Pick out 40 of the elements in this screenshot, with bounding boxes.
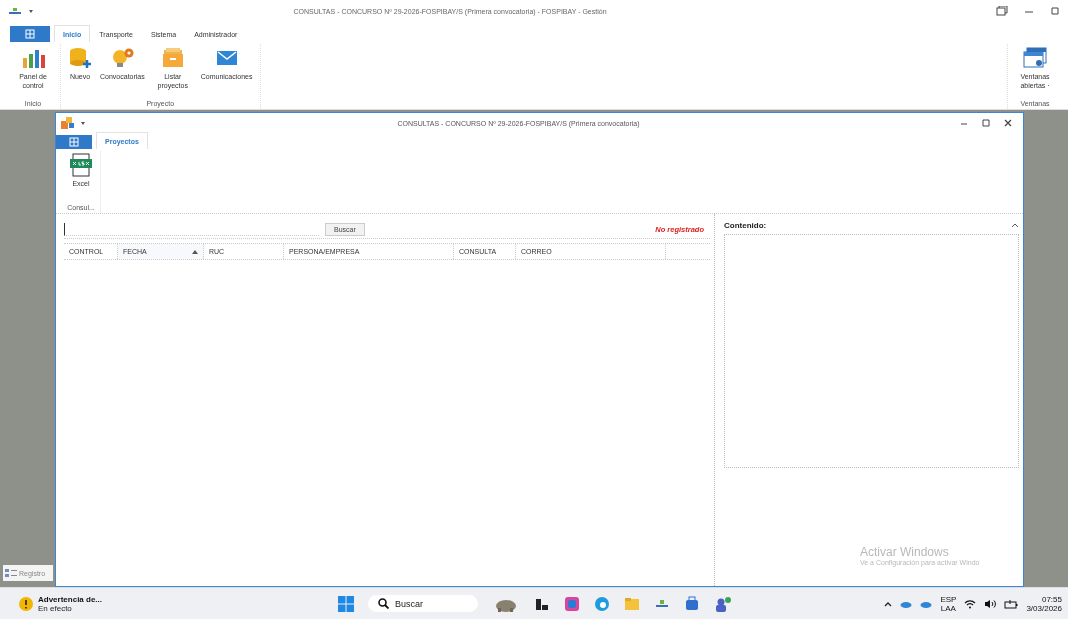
activation-title: Activar Windows [860,545,950,559]
folder-stack-icon [160,46,185,70]
file-menu-button[interactable] [10,26,50,42]
language-indicator[interactable]: ESP LAA [940,594,957,613]
taskbar-search[interactable]: Buscar [368,595,478,612]
close-icon[interactable] [1003,118,1013,128]
battery-icon[interactable] [1004,598,1019,609]
file-menu-button[interactable] [56,135,92,149]
search-icon [378,598,389,609]
notification-text: En efecto [38,603,73,613]
dropdown-icon[interactable] [80,120,86,126]
field-label: Contenido: [724,220,767,230]
collapse-icon[interactable] [1011,222,1019,228]
app-tile-icon[interactable] [564,595,580,612]
browser-icon[interactable] [594,595,610,612]
clock[interactable]: 07:55 3/03/2026 [1026,594,1062,613]
windows-stack-icon [1023,46,1047,70]
dropdown-icon[interactable] [28,8,34,14]
cloud-icon[interactable] [900,599,913,608]
store-icon[interactable] [684,595,700,612]
chevron-up-icon[interactable] [884,600,893,607]
database-add-icon [68,46,92,70]
maximize-icon[interactable] [981,118,991,128]
app-logo-icon [60,116,76,130]
volume-icon[interactable] [984,598,997,609]
grid-icon [69,137,79,147]
cloud-icon[interactable] [920,599,933,608]
sort-ascending-icon [192,249,198,254]
maximize-icon[interactable] [1050,6,1060,16]
start-icon[interactable] [338,595,354,612]
restore-icon[interactable] [996,6,1008,16]
notification-title: Advertencia de... [38,594,103,604]
wifi-icon[interactable] [964,598,977,609]
list-icon [5,568,17,578]
app-logo-icon [8,7,22,15]
people-icon[interactable] [714,595,732,612]
grid-icon [25,29,35,39]
spreadsheet-icon [69,153,93,177]
warning-icon[interactable] [18,595,34,612]
lightbulb-gear-icon [110,46,135,70]
